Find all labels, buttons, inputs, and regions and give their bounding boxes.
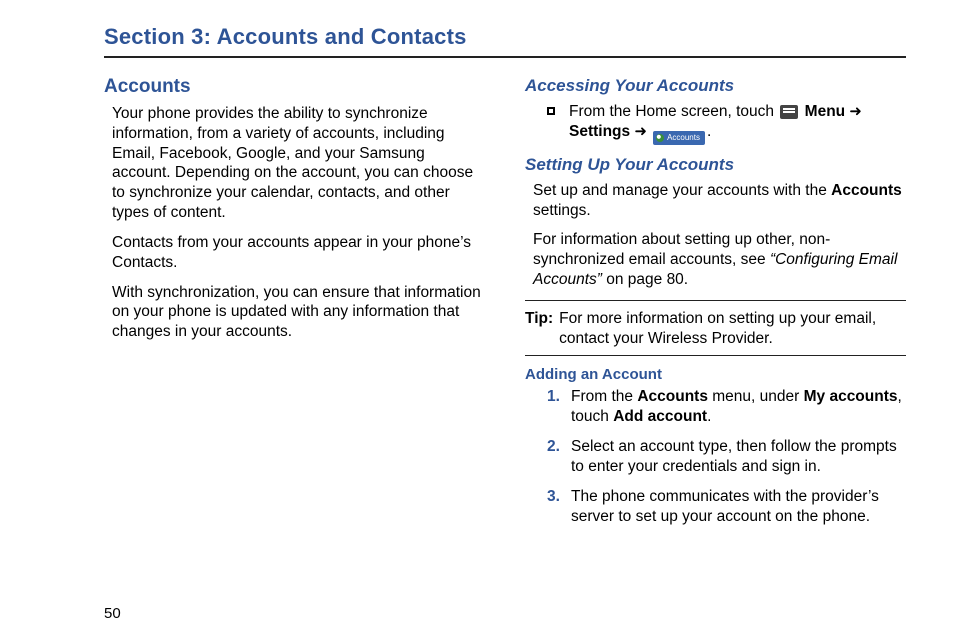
page-number: 50 (104, 605, 121, 622)
tip-block: Tip: For more information on setting up … (525, 309, 906, 349)
setup-paragraph-1: Set up and manage your accounts with the… (533, 181, 906, 221)
section-title: Section 3: Accounts and Contacts (104, 24, 906, 50)
tip-label: Tip: (525, 309, 553, 349)
setup-p1b: settings. (533, 202, 591, 219)
two-column-layout: Accounts Your phone provides the ability… (104, 76, 906, 537)
left-column: Accounts Your phone provides the ability… (104, 76, 485, 537)
accessing-lead: From the Home screen, touch (569, 103, 778, 120)
step-3: The phone communicates with the provider… (547, 487, 906, 527)
setup-p1-bold: Accounts (831, 182, 902, 199)
accounts-paragraph-3: With synchronization, you can ensure tha… (112, 283, 485, 342)
s1f: Add account (613, 408, 707, 425)
manual-page: Section 3: Accounts and Contacts Account… (0, 0, 954, 636)
accounts-heading: Accounts (104, 76, 485, 98)
setup-paragraph-2: For information about setting up other, … (533, 230, 906, 289)
accessing-period: . (707, 123, 711, 140)
setup-p2b: on page 80. (602, 271, 688, 288)
s1d: My accounts (804, 388, 898, 405)
accounts-paragraph-1: Your phone provides the ability to synch… (112, 104, 485, 223)
arrow-icon: ➜ (845, 103, 862, 120)
step-1: From the Accounts menu, under My account… (547, 387, 906, 427)
accounts-paragraph-2: Contacts from your accounts appear in yo… (112, 233, 485, 273)
setup-heading: Setting Up Your Accounts (525, 155, 906, 175)
tip-text: For more information on setting up your … (559, 309, 906, 349)
accounts-app-icon: Accounts (653, 131, 705, 145)
s1a: From the (571, 388, 637, 405)
tip-rule-top (525, 300, 906, 301)
s1c: menu, under (708, 388, 804, 405)
adding-steps: From the Accounts menu, under My account… (525, 387, 906, 528)
menu-label: Menu (805, 103, 845, 120)
step-2: Select an account type, then follow the … (547, 437, 906, 477)
tip-rule-bottom (525, 355, 906, 356)
settings-label: Settings (569, 123, 630, 140)
setup-p1a: Set up and manage your accounts with the (533, 182, 831, 199)
accessing-heading: Accessing Your Accounts (525, 76, 906, 96)
accessing-bullet: From the Home screen, touch Menu ➜ Setti… (547, 102, 906, 145)
section-rule (104, 56, 906, 58)
adding-heading: Adding an Account (525, 366, 906, 383)
accessing-instruction: From the Home screen, touch Menu ➜ Setti… (569, 102, 906, 145)
right-column: Accessing Your Accounts From the Home sc… (525, 76, 906, 537)
menu-icon (780, 105, 798, 119)
arrow-icon: ➜ (630, 123, 651, 140)
s1b: Accounts (637, 388, 708, 405)
hollow-square-bullet-icon (547, 107, 555, 115)
s1g: . (707, 408, 711, 425)
